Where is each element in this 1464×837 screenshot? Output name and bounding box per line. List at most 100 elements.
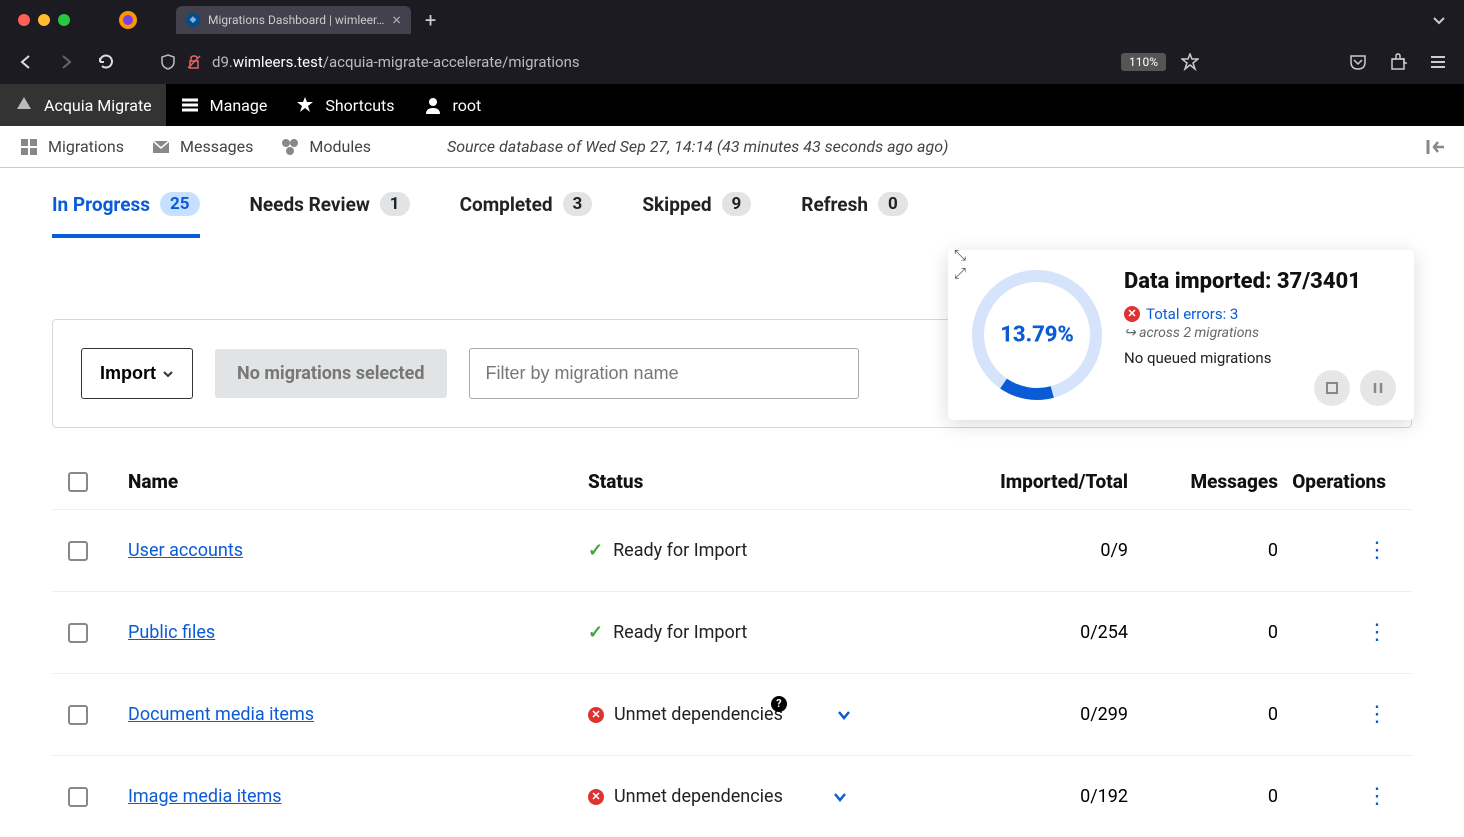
progress-title: Data imported: 37/3401 [1124,268,1392,297]
star-icon [295,95,315,115]
status-text: Unmet dependencies [614,786,783,807]
tab-badge: 1 [380,192,410,216]
error-icon: ✕ [1124,306,1140,322]
close-window-button[interactable] [18,14,30,26]
messages-count: 0 [1128,540,1278,561]
operations-menu-button[interactable]: ⋮ [1366,784,1386,809]
imported-count: 0/9 [948,540,1128,561]
table-header: Name Status Imported/Total Messages Oper… [52,458,1412,509]
migration-name-link[interactable]: Image media items [128,786,282,807]
firefox-icon[interactable] [114,6,142,34]
status-cell: ✕Unmet dependencies [588,786,948,807]
table-row: Image media items ✕Unmet dependencies0/19… [52,755,1412,837]
progress-donut: 13.79% [970,268,1104,402]
chevron-down-icon [162,368,174,380]
secondary-toolbar: Migrations Messages Modules Source datab… [0,126,1464,168]
tab-label: Skipped [642,193,711,216]
tab-in-progress[interactable]: In Progress 25 [52,192,200,238]
new-tab-button[interactable]: + [415,8,446,32]
minimize-window-button[interactable] [38,14,50,26]
operations-menu-button[interactable]: ⋮ [1366,620,1386,645]
progress-percent: 13.79% [1000,323,1074,348]
row-checkbox[interactable] [68,623,88,643]
tab-refresh[interactable]: Refresh 0 [801,192,907,238]
messages-count: 0 [1128,704,1278,725]
nav-messages[interactable]: Messages [140,126,265,168]
collapse-panel-icon[interactable]: ⤡⤢ [954,246,966,282]
window-controls [8,14,80,26]
tab-badge: 9 [722,192,752,216]
row-checkbox[interactable] [68,705,88,725]
shield-icon [160,54,176,70]
back-button[interactable] [10,46,42,78]
header-messages: Messages [1128,470,1278,493]
acquia-logo-icon [14,95,34,115]
header-status: Status [588,470,948,493]
forward-button[interactable] [50,46,82,78]
tab-label: Needs Review [250,193,370,216]
import-button[interactable]: Import [81,348,193,399]
tabs-dropdown-button[interactable] [1422,13,1456,27]
imported-count: 0/192 [948,786,1128,807]
admin-user-label: root [453,96,482,115]
tab-badge: 3 [563,192,593,216]
drupal-admin-bar: Acquia Migrate Manage Shortcuts root [0,84,1464,126]
hamburger-icon [180,95,200,115]
admin-brand-label: Acquia Migrate [44,96,152,115]
migration-name-link[interactable]: Document media items [128,704,314,725]
imported-count: 0/299 [948,704,1128,725]
extensions-icon[interactable] [1382,46,1414,78]
reload-button[interactable] [90,46,122,78]
total-errors-link[interactable]: ✕ Total errors: 3 [1124,305,1392,323]
url-text: d9.wimleers.test/acquia-migrate-accelera… [212,53,580,71]
stop-button[interactable] [1314,370,1350,406]
operations-menu-button[interactable]: ⋮ [1366,702,1386,727]
error-icon: ✕ [588,707,604,723]
migrations-table: Name Status Imported/Total Messages Oper… [52,458,1412,837]
row-checkbox[interactable] [68,787,88,807]
migration-name-link[interactable]: Public files [128,622,215,643]
zoom-badge[interactable]: 110% [1121,53,1166,71]
grid-icon [20,138,38,156]
modules-icon [281,138,299,156]
toolbar-collapse-button[interactable] [1418,138,1456,156]
operations-menu-button[interactable]: ⋮ [1366,538,1386,563]
table-row: Document media items✕Unmet dependencies?… [52,673,1412,755]
maximize-window-button[interactable] [58,14,70,26]
table-row: User accounts ✓Ready for Import0/90 ⋮ [52,509,1412,591]
admin-manage[interactable]: Manage [166,84,282,126]
migration-name-link[interactable]: User accounts [128,540,243,561]
row-checkbox[interactable] [68,541,88,561]
admin-brand[interactable]: Acquia Migrate [0,84,166,126]
no-selection-label: No migrations selected [215,349,447,398]
browser-tab[interactable]: ◆ Migrations Dashboard | wimleer… × [176,6,411,34]
pocket-icon[interactable] [1342,46,1374,78]
bookmark-star-icon[interactable] [1174,46,1206,78]
nav-migrations-label: Migrations [48,137,124,156]
help-icon[interactable]: ? [771,696,787,712]
status-cell: ✓Ready for Import [588,540,948,561]
import-button-label: Import [100,363,156,384]
nav-migrations[interactable]: Migrations [8,126,136,168]
filter-input[interactable] [469,348,859,399]
admin-shortcuts-label: Shortcuts [325,96,394,115]
select-all-checkbox[interactable] [68,472,88,492]
lock-insecure-icon [186,54,202,70]
tab-completed[interactable]: Completed 3 [460,192,593,238]
errors-text: Total errors: 3 [1146,305,1238,323]
status-text: Ready for Import [613,622,747,643]
nav-messages-label: Messages [180,137,253,156]
menu-icon[interactable] [1422,46,1454,78]
status-tabs: In Progress 25 Needs Review 1 Completed … [0,168,1464,239]
url-bar: d9.wimleers.test/acquia-migrate-accelera… [0,40,1464,84]
pause-button[interactable] [1360,370,1396,406]
close-tab-button[interactable]: × [392,12,401,28]
tab-skipped[interactable]: Skipped 9 [642,192,751,238]
admin-shortcuts[interactable]: Shortcuts [281,84,408,126]
check-icon: ✓ [588,540,603,561]
url-field[interactable]: d9.wimleers.test/acquia-migrate-accelera… [160,53,1053,71]
nav-modules-label: Modules [309,137,371,156]
admin-user[interactable]: root [409,84,496,126]
tab-needs-review[interactable]: Needs Review 1 [250,192,410,238]
nav-modules[interactable]: Modules [269,126,383,168]
